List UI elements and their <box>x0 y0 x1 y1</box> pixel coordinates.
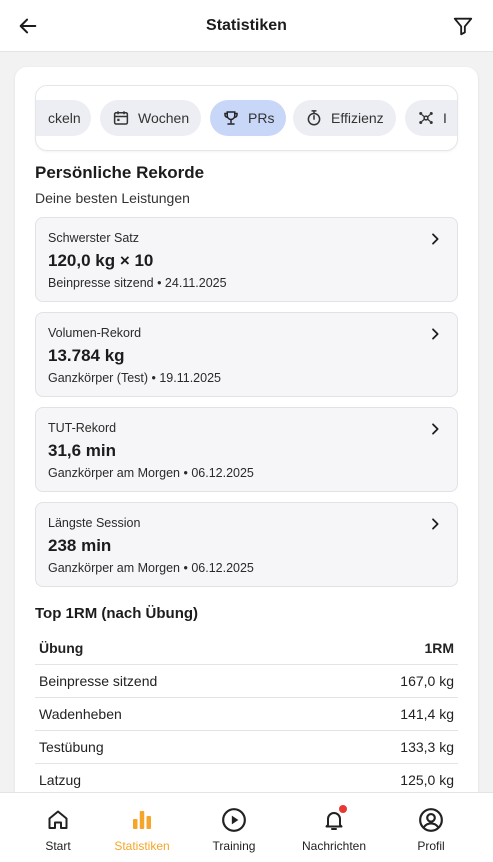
exercise-1rm: 141,4 kg <box>400 706 454 722</box>
tab-label: Wochen <box>138 110 190 126</box>
filter-icon <box>453 17 473 36</box>
top1rm-table: Übung 1RM Beinpresse sitzend 167,0 kg Wa… <box>35 632 458 797</box>
nav-label: Nachrichten <box>301 839 367 853</box>
nav-training[interactable]: Training <box>189 793 279 862</box>
record-longest-session[interactable]: Längste Session 238 min Ganzkörper am Mo… <box>35 502 458 587</box>
stats-card: ckeln Wochen PRs Effizienz I Persönliche… <box>15 67 478 827</box>
exercise-1rm: 133,3 kg <box>400 739 454 755</box>
section-title: Persönliche Rekorde <box>35 163 205 182</box>
exercise-name: Beinpresse sitzend <box>39 673 158 689</box>
nav-label: Profil <box>417 839 445 853</box>
home-icon <box>45 807 71 833</box>
record-meta: Ganzkörper am Morgen • 06.12.2025 <box>48 466 254 480</box>
bar-chart-icon <box>129 807 155 833</box>
table-header: Übung 1RM <box>35 632 458 665</box>
column-header-1rm: 1RM <box>424 640 454 656</box>
column-header-exercise: Übung <box>39 640 84 656</box>
play-circle-icon <box>221 807 247 833</box>
top1rm-title: Top 1RM (nach Übung) <box>35 605 199 622</box>
record-value: 13.784 kg <box>48 346 125 365</box>
record-label: Volumen-Rekord <box>48 326 142 340</box>
chevron-right-icon <box>432 423 439 435</box>
section-subtitle: Deine besten Leistungen <box>35 190 190 206</box>
tab-prs[interactable]: PRs <box>210 100 287 136</box>
record-value: 238 min <box>48 536 112 555</box>
arrow-left-icon <box>19 18 37 34</box>
table-row: Wadenheben 141,4 kg <box>35 698 458 731</box>
page-title: Statistiken <box>206 16 287 34</box>
record-meta: Beinpresse sitzend • 24.11.2025 <box>48 276 227 290</box>
record-meta: Ganzkörper am Morgen • 06.12.2025 <box>48 561 254 575</box>
record-tut[interactable]: TUT-Rekord 31,6 min Ganzkörper am Morgen… <box>35 407 458 492</box>
exercise-1rm: 125,0 kg <box>400 772 454 788</box>
trophy-icon <box>222 109 240 127</box>
nav-nachrichten[interactable]: Nachrichten <box>289 793 379 862</box>
tab-label: Effizienz <box>331 110 384 126</box>
chevron-right-icon <box>432 233 439 245</box>
tab-bar[interactable]: ckeln Wochen PRs Effizienz I <box>35 85 458 151</box>
tab-effizienz[interactable]: Effizienz <box>293 100 396 136</box>
filter-button[interactable] <box>449 12 477 40</box>
record-volume[interactable]: Volumen-Rekord 13.784 kg Ganzkörper (Tes… <box>35 312 458 397</box>
notification-badge <box>339 805 347 813</box>
tab-entwicklung[interactable]: ckeln <box>36 100 91 136</box>
exercise-1rm: 167,0 kg <box>400 673 454 689</box>
record-heaviest-set[interactable]: Schwerster Satz 120,0 kg × 10 Beinpresse… <box>35 217 458 302</box>
stopwatch-icon <box>305 109 323 127</box>
nav-label: Start <box>45 839 71 853</box>
app-bar: Statistiken <box>0 0 493 52</box>
back-button[interactable] <box>14 12 42 40</box>
nav-label: Training <box>212 839 256 853</box>
nav-statistiken[interactable]: Statistiken <box>97 793 187 862</box>
exercise-name: Latzug <box>39 772 82 788</box>
nav-label: Statistiken <box>114 839 170 853</box>
exercise-name: Wadenheben <box>39 706 122 722</box>
table-row: Testübung 133,3 kg <box>35 731 458 764</box>
record-value: 31,6 min <box>48 441 117 460</box>
tab-wochen[interactable]: Wochen <box>100 100 202 136</box>
record-label: TUT-Rekord <box>48 421 117 435</box>
exercise-name: Testübung <box>39 739 104 755</box>
record-meta: Ganzkörper (Test) • 19.11.2025 <box>48 371 221 385</box>
tab-label: PRs <box>248 110 275 126</box>
record-label: Längste Session <box>48 516 141 530</box>
nav-start[interactable]: Start <box>13 793 103 862</box>
bottom-navigation: Start Statistiken Training Nachrichten P… <box>0 792 493 862</box>
chevron-right-icon <box>432 518 439 530</box>
nav-profil[interactable]: Profil <box>386 793 476 862</box>
network-icon <box>417 109 435 127</box>
tab-label: I <box>443 110 447 126</box>
tab-label: ckeln <box>48 110 81 126</box>
calendar-icon <box>112 109 130 127</box>
record-value: 120,0 kg × 10 <box>48 251 154 270</box>
table-row: Beinpresse sitzend 167,0 kg <box>35 665 458 698</box>
chevron-right-icon <box>432 328 439 340</box>
tab-netzwerk[interactable]: I <box>405 100 457 136</box>
record-label: Schwerster Satz <box>48 231 140 245</box>
user-circle-icon <box>418 807 444 833</box>
bell-icon <box>321 805 347 833</box>
